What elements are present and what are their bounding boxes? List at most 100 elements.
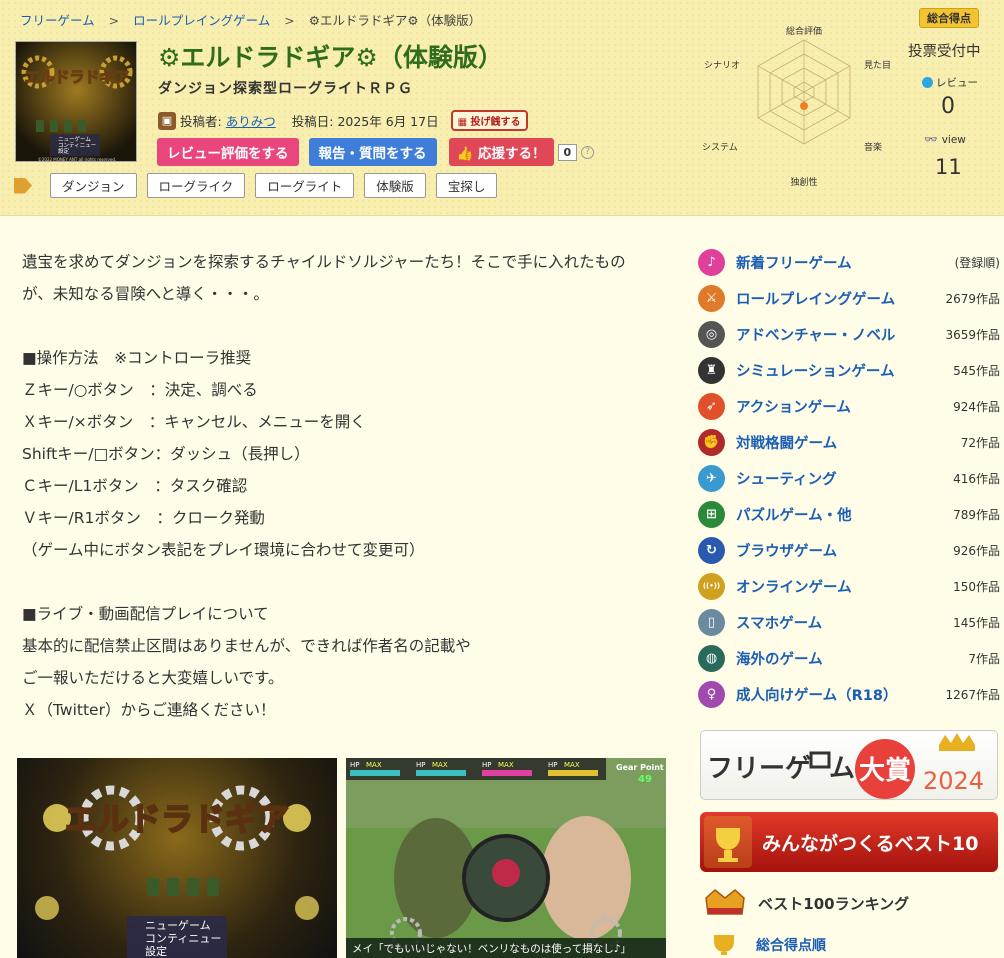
breadcrumb-free-game[interactable]: フリーゲーム bbox=[20, 13, 95, 28]
category-name[interactable]: オンラインゲーム bbox=[736, 576, 953, 597]
tag-item[interactable]: ローグライト bbox=[255, 173, 355, 198]
award-text: フリーゲ bbox=[707, 754, 811, 784]
thumbnail-menu-item: 設定 bbox=[58, 147, 70, 155]
category-name[interactable]: ブラウザゲーム bbox=[736, 540, 953, 561]
category-count: 416作品 bbox=[953, 471, 1000, 486]
description-line: ■操作方法 ※コントローラ推奨 bbox=[22, 349, 252, 367]
description-line: Ｘ（Twitter）からご連絡ください！ bbox=[22, 701, 276, 719]
best10-label: みんながつくるベスト10 bbox=[762, 832, 978, 855]
description-line: 遺宝を求めてダンジョンを探索するチャイルドソルジャーたち！そこで手に入れたもの bbox=[22, 253, 626, 271]
tip-button[interactable]: ▦ 投げ銭する bbox=[450, 110, 528, 131]
tag-item[interactable]: ダンジョン bbox=[50, 173, 137, 198]
speech-bubble-icon bbox=[922, 77, 933, 88]
sidebar-category-item[interactable]: ♪ 新着フリーゲーム (登録順) bbox=[698, 244, 1000, 280]
radar-label-total: 総合評価 bbox=[786, 25, 822, 37]
total-score-badge: 総合得点 bbox=[919, 8, 979, 28]
screenshot-title-art: エルドラドギア ニューゲーム コンティニュー 設定 bbox=[35, 785, 319, 958]
sidebar-category-item[interactable]: ✊ 対戦格闘ゲーム 72作品 bbox=[698, 424, 1000, 460]
category-count: 72作品 bbox=[960, 435, 1000, 450]
sidebar-category-item[interactable]: ⊞ パズルゲーム・他 789作品 bbox=[698, 496, 1000, 532]
category-name[interactable]: 海外のゲーム bbox=[736, 648, 968, 669]
breadcrumb-separator: > bbox=[284, 13, 295, 28]
game-thumbnail[interactable]: エルドラドギア ニューゲーム コンティニュー 設定 ©2022 MONEY AN… bbox=[15, 41, 137, 162]
hp-label: HP bbox=[482, 761, 492, 769]
category-name[interactable]: アクションゲーム bbox=[736, 396, 953, 417]
radar-label-scenario: シナリオ bbox=[704, 60, 740, 71]
poster-icon: ▣ bbox=[158, 111, 176, 130]
hp-label: HP bbox=[416, 761, 426, 769]
max-label: MAX bbox=[564, 761, 580, 769]
description-line bbox=[22, 310, 662, 342]
cheer-button[interactable]: 👍 応援する！ bbox=[448, 138, 554, 166]
category-icon: ((•)) bbox=[698, 572, 725, 600]
game-meta: ▣ 投稿者: ありみつ 投稿日: 2025年 6月 17日 ▦ 投げ銭する bbox=[158, 110, 528, 131]
description-line: （ゲーム中にボタン表記をプレイ環境に合わせて変更可） bbox=[22, 541, 425, 559]
category-name[interactable]: ロールプレイングゲーム bbox=[736, 288, 945, 309]
category-icon: ➶ bbox=[698, 392, 725, 420]
category-name[interactable]: 新着フリーゲーム bbox=[736, 252, 955, 273]
report-button[interactable]: 報告・質問をする bbox=[308, 138, 437, 166]
thumbnail-logo: エルドラドギア bbox=[24, 68, 129, 86]
screenshot-gameplay[interactable]: HP MAX HP MAX HP MAX HP MAX Gear Point 4… bbox=[346, 758, 666, 958]
sidebar-category-item[interactable]: ↻ ブラウザゲーム 926作品 bbox=[698, 532, 1000, 568]
sidebar-category-item[interactable]: ((•)) オンラインゲーム 150作品 bbox=[698, 568, 1000, 604]
category-count: 7作品 bbox=[968, 651, 1000, 666]
score-order-label: 総合得点順 bbox=[756, 938, 826, 954]
review-button[interactable]: レビュー評価をする bbox=[157, 138, 299, 166]
category-name[interactable]: 成人向けゲーム（R18） bbox=[736, 684, 945, 705]
award-big: 大賞 bbox=[859, 756, 911, 786]
category-count: 545作品 bbox=[953, 363, 1000, 378]
help-icon[interactable]: ? bbox=[581, 145, 595, 159]
cheer-label: 応援する！ bbox=[478, 146, 546, 162]
category-name[interactable]: シューティング bbox=[736, 468, 953, 489]
category-count: (登録順) bbox=[954, 255, 1000, 270]
radar-label-system: システム bbox=[702, 142, 738, 153]
gear-point-value: 49 bbox=[638, 774, 652, 785]
poster-name-link[interactable]: ありみつ bbox=[226, 111, 276, 130]
cheer-count: 0 bbox=[557, 143, 578, 161]
category-icon: ✈ bbox=[698, 464, 725, 492]
score-order-link[interactable]: 総合得点順 bbox=[708, 933, 826, 957]
review-count: 0 bbox=[941, 94, 955, 119]
category-icon: ✊ bbox=[698, 428, 725, 456]
crown-icon bbox=[705, 889, 745, 915]
sidebar-category-item[interactable]: ▯ スマホゲーム 145作品 bbox=[698, 604, 1000, 640]
category-name[interactable]: パズルゲーム・他 bbox=[736, 504, 953, 525]
description-line: 基本的に配信禁止区間はありませんが、できれば作者名の記載や bbox=[22, 637, 471, 655]
view-stat-label: 👓 view bbox=[924, 133, 966, 146]
category-name[interactable]: シミュレーションゲーム bbox=[736, 360, 953, 381]
max-label: MAX bbox=[366, 761, 382, 769]
best10-banner[interactable]: みんながつくるベスト10 bbox=[700, 812, 998, 872]
tag-item[interactable]: ローグライク bbox=[146, 173, 246, 198]
tag-list: ダンジョン ローグライク ローグライト 体験版 宝探し bbox=[14, 173, 498, 198]
category-icon: ⊞ bbox=[698, 500, 725, 528]
sidebar-category-item[interactable]: ♜ シミュレーションゲーム 545作品 bbox=[698, 352, 1000, 388]
screenshot-title[interactable]: エルドラドギア ニューゲーム コンティニュー 設定 bbox=[17, 758, 337, 958]
category-name[interactable]: アドベンチャー・ノベル bbox=[736, 324, 945, 345]
best100-label: ベスト100ランキング bbox=[758, 894, 910, 913]
tag-item[interactable]: 宝探し bbox=[435, 173, 498, 198]
free-game-award-banner[interactable]: フリーゲ ム 大賞 2024 bbox=[700, 730, 998, 800]
sidebar-category-item[interactable]: ⚔ ロールプレイングゲーム 2679作品 bbox=[698, 280, 1000, 316]
best100-ranking-link[interactable]: ベスト100ランキング bbox=[704, 888, 909, 918]
breadcrumb-rpg[interactable]: ロールプレイングゲーム bbox=[133, 13, 270, 28]
sidebar-category-item[interactable]: ◎ アドベンチャー・ノベル 3659作品 bbox=[698, 316, 1000, 352]
category-count: 924作品 bbox=[953, 399, 1000, 414]
category-name[interactable]: スマホゲーム bbox=[736, 612, 953, 633]
category-icon: ♪ bbox=[698, 248, 725, 276]
vote-status: 投票受付中 bbox=[908, 44, 981, 60]
view-label-text: view bbox=[941, 133, 966, 146]
sidebar-category-item[interactable]: ♀ 成人向けゲーム（R18） 1267作品 bbox=[698, 676, 1000, 712]
screenshot-menu-item: ニューゲーム bbox=[145, 919, 211, 932]
game-subtitle: ダンジョン探索型ローグライトＲＰＧ bbox=[158, 81, 413, 97]
category-count: 150作品 bbox=[953, 579, 1000, 594]
tag-item[interactable]: 体験版 bbox=[364, 173, 426, 198]
sidebar-category-item[interactable]: ◍ 海外のゲーム 7作品 bbox=[698, 640, 1000, 676]
description-line: Ｃキー/L1ボタン ：タスク確認 bbox=[22, 477, 248, 495]
sidebar-category-item[interactable]: ✈ シューティング 416作品 bbox=[698, 460, 1000, 496]
category-name[interactable]: 対戦格闘ゲーム bbox=[736, 432, 961, 453]
sidebar-category-item[interactable]: ➶ アクションゲーム 924作品 bbox=[698, 388, 1000, 424]
category-icon: ◍ bbox=[698, 644, 725, 672]
breadcrumb: フリーゲーム > ロールプレイングゲーム > ⚙エルドラドギア⚙（体験版） bbox=[20, 10, 481, 29]
description-line: ご一報いただけると大変嬉しいです。 bbox=[22, 669, 284, 687]
